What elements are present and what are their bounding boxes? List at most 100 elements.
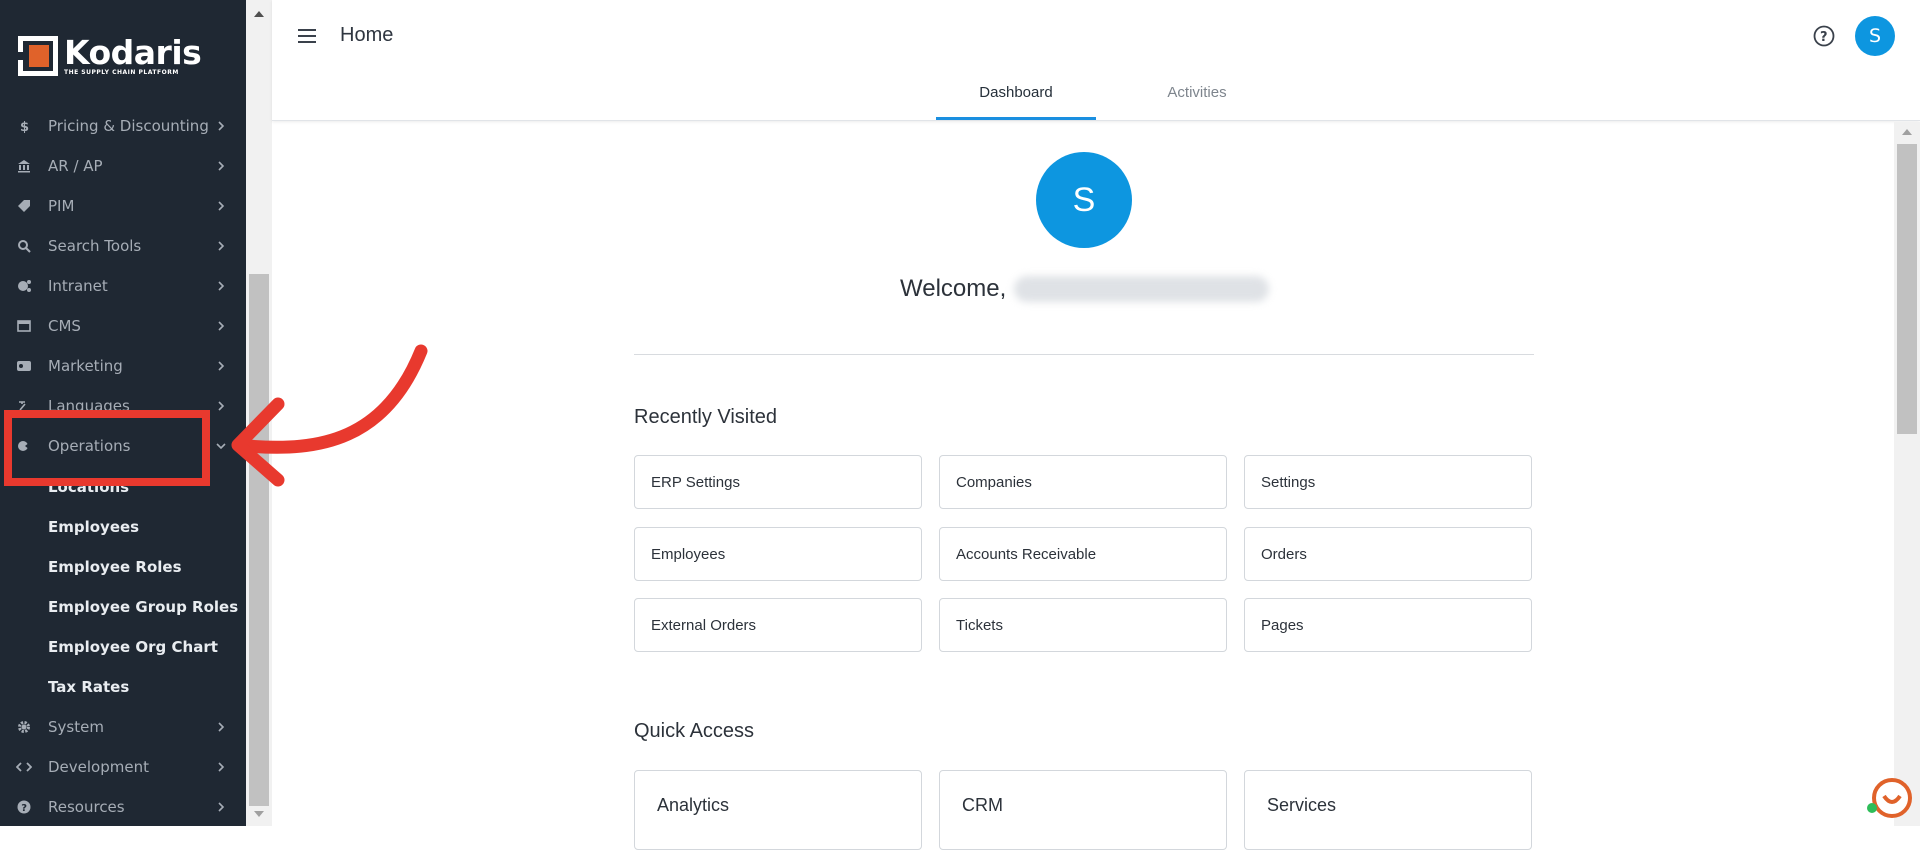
- sidebar-subitem-employee-group-roles[interactable]: Employee Group Roles: [48, 598, 238, 616]
- help-circle-icon: ?: [16, 799, 32, 815]
- scroll-down-arrow-icon[interactable]: [246, 804, 272, 824]
- chevron-right-icon: [218, 802, 225, 812]
- brand-name: Kodaris: [64, 32, 202, 72]
- card-label: Employees: [651, 546, 726, 563]
- recent-card-pages[interactable]: Pages: [1244, 598, 1532, 652]
- top-header: Home ? S Dashboard Activities: [272, 0, 1920, 121]
- tab-activities[interactable]: Activities: [1147, 84, 1247, 101]
- sidebar-subitem-employees[interactable]: Employees: [48, 518, 139, 536]
- sidebar-item-label: CMS: [48, 317, 81, 335]
- recent-card-companies[interactable]: Companies: [939, 455, 1227, 509]
- sidebar-item-ar-ap[interactable]: AR / AP: [0, 146, 246, 186]
- card-label: Accounts Receivable: [956, 546, 1097, 563]
- kodaris-logo-icon: [18, 36, 58, 76]
- scroll-up-arrow-icon[interactable]: [1894, 122, 1920, 142]
- recent-card-external-orders[interactable]: External Orders: [634, 598, 922, 652]
- chevron-down-icon: [216, 443, 226, 450]
- sidebar-item-label: Intranet: [48, 277, 108, 295]
- welcome-message: Welcome,: [900, 275, 1270, 303]
- svg-text:$: $: [20, 120, 29, 133]
- chevron-right-icon: [218, 161, 225, 171]
- recent-card-erp-settings[interactable]: ERP Settings: [634, 455, 922, 509]
- recently-visited-title: Recently Visited: [634, 406, 778, 428]
- divider: [634, 354, 1534, 355]
- sidebar-item-label: Development: [48, 758, 149, 776]
- sidebar-item-label: System: [48, 718, 104, 736]
- chat-icon[interactable]: [1866, 776, 1914, 824]
- recent-card-orders[interactable]: Orders: [1244, 527, 1532, 581]
- sidebar-item-pricing-discounting[interactable]: $ Pricing & Discounting: [0, 106, 246, 146]
- active-tab-indicator: [936, 117, 1096, 120]
- sidebar-item-label: AR / AP: [48, 157, 103, 175]
- chevron-right-icon: [218, 401, 225, 411]
- sidebar-item-pim[interactable]: PIM: [0, 186, 246, 226]
- card-label: ERP Settings: [651, 474, 740, 491]
- help-icon[interactable]: ?: [1812, 24, 1836, 48]
- gear-icon: [16, 719, 32, 735]
- highlight-box: [4, 410, 210, 486]
- card-label: Pages: [1261, 617, 1304, 634]
- chevron-right-icon: [218, 762, 225, 772]
- menu-icon[interactable]: [296, 26, 318, 46]
- chevron-right-icon: [218, 121, 225, 131]
- chevron-right-icon: [218, 201, 225, 211]
- sidebar-item-search-tools[interactable]: Search Tools: [0, 226, 246, 266]
- chevron-right-icon: [218, 281, 225, 291]
- sidebar-item-label: Marketing: [48, 357, 123, 375]
- sidebar-item-label: Resources: [48, 798, 125, 816]
- annotation-arrow-icon: [231, 344, 428, 487]
- kodaris-logo[interactable]: Kodaris THE SUPPLY CHAIN PLATFORM: [18, 32, 202, 76]
- quick-card-services[interactable]: Services: [1244, 770, 1532, 850]
- chevron-right-icon: [218, 361, 225, 371]
- sidebar-item-label: Search Tools: [48, 237, 142, 255]
- tag-icon: [16, 198, 32, 214]
- recent-card-employees[interactable]: Employees: [634, 527, 922, 581]
- sidebar-scrollbar-thumb[interactable]: [249, 274, 269, 806]
- card-label: Services: [1267, 795, 1337, 815]
- search-icon: [16, 238, 32, 254]
- sidebar-item-intranet[interactable]: Intranet: [0, 266, 246, 306]
- sidebar-item-cms[interactable]: CMS: [0, 306, 246, 346]
- chevron-right-icon: [218, 321, 225, 331]
- quick-card-crm[interactable]: CRM: [939, 770, 1227, 850]
- sidebar-subitem-employee-roles[interactable]: Employee Roles: [48, 558, 182, 576]
- marketing-icon: [16, 358, 32, 374]
- tab-label: Dashboard: [979, 84, 1053, 101]
- network-icon: [16, 278, 32, 294]
- sidebar-item-marketing[interactable]: Marketing: [0, 346, 246, 386]
- sidebar-item-resources[interactable]: ? Resources: [0, 787, 246, 827]
- bank-icon: [16, 158, 32, 174]
- sidebar-item-label: PIM: [48, 197, 75, 215]
- dollar-icon: $: [16, 118, 32, 134]
- cms-icon: [16, 318, 32, 334]
- quick-card-analytics[interactable]: Analytics: [634, 770, 922, 850]
- main-scrollbar-thumb[interactable]: [1897, 144, 1917, 434]
- profile-avatar: S: [1036, 152, 1132, 248]
- card-label: Orders: [1261, 546, 1307, 563]
- card-label: External Orders: [651, 617, 757, 634]
- sidebar-item-label: Pricing & Discounting: [48, 117, 209, 135]
- welcome-text: Welcome,: [900, 275, 1007, 302]
- blurred-email: [1014, 276, 1270, 302]
- card-label: Settings: [1261, 474, 1316, 491]
- card-label: Analytics: [657, 795, 730, 815]
- tab-dashboard[interactable]: Dashboard: [936, 84, 1096, 101]
- recent-card-settings[interactable]: Settings: [1244, 455, 1532, 509]
- chevron-right-icon: [218, 722, 225, 732]
- card-label: CRM: [962, 795, 1003, 815]
- sidebar-subitem-tax-rates[interactable]: Tax Rates: [48, 678, 129, 696]
- sidebar-subitem-employee-org-chart[interactable]: Employee Org Chart: [48, 638, 218, 656]
- user-avatar[interactable]: S: [1855, 16, 1895, 56]
- page-title: Home: [340, 24, 394, 46]
- code-icon: [16, 759, 32, 775]
- card-label: Companies: [956, 474, 1032, 491]
- svg-text:?: ?: [1820, 30, 1828, 45]
- recent-card-tickets[interactable]: Tickets: [939, 598, 1227, 652]
- sidebar-item-system[interactable]: System: [0, 707, 246, 747]
- card-label: Tickets: [956, 617, 1003, 634]
- recent-card-accounts-receivable[interactable]: Accounts Receivable: [939, 527, 1227, 581]
- svg-text:?: ?: [21, 803, 27, 814]
- scroll-up-arrow-icon[interactable]: [246, 4, 272, 24]
- quick-access-title: Quick Access: [634, 720, 755, 742]
- sidebar-item-development[interactable]: Development: [0, 747, 246, 787]
